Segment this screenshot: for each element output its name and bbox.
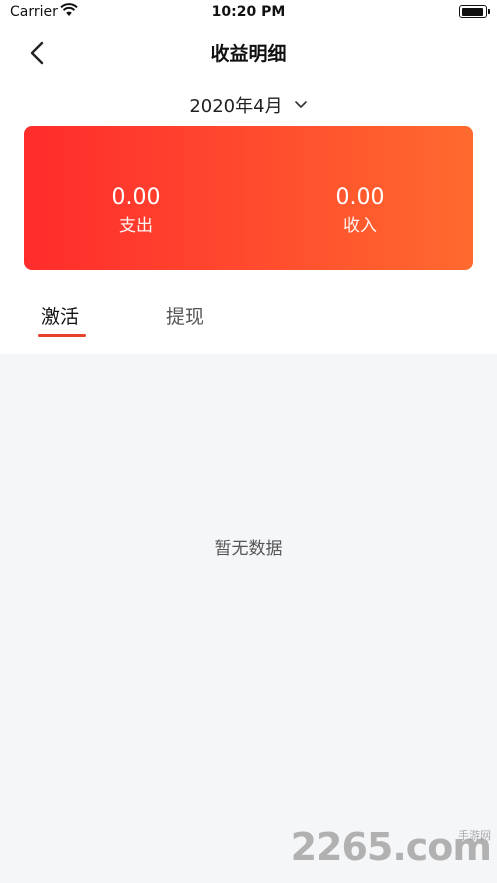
tab-bar: 激活 提现 <box>0 298 497 342</box>
status-bar: Carrier 10:20 PM <box>0 0 497 26</box>
expense-stat: 0.00 支出 <box>36 184 236 238</box>
nav-bar: 收益明细 <box>0 30 497 74</box>
clock: 10:20 PM <box>211 4 286 20</box>
battery-icon <box>459 5 490 18</box>
income-label: 收入 <box>343 216 377 236</box>
income-stat: 0.00 收入 <box>260 184 460 238</box>
tab-withdraw[interactable]: 提现 <box>166 302 204 329</box>
income-value: 0.00 <box>335 185 385 210</box>
page-title: 收益明细 <box>210 43 287 65</box>
month-selector[interactable]: 2020年4月 <box>0 92 497 118</box>
content-area: 暂无数据 2265.com 手游网 <box>0 354 497 883</box>
expense-label: 支出 <box>119 216 153 236</box>
tab-activation[interactable]: 激活 <box>41 302 79 329</box>
page: Carrier 10:20 PM 收益明细 2020年4月 0.00 支出 0.… <box>0 0 497 883</box>
watermark-logo: 2265.com 手游网 <box>291 825 492 869</box>
expense-value: 0.00 <box>111 185 161 210</box>
summary-card: 0.00 支出 0.00 收入 <box>24 126 473 270</box>
empty-state-message: 暂无数据 <box>214 539 283 559</box>
chevron-down-icon <box>294 101 307 108</box>
active-tab-indicator <box>38 334 86 337</box>
watermark-subtext: 手游网 <box>458 829 491 842</box>
month-label: 2020年4月 <box>189 96 283 117</box>
